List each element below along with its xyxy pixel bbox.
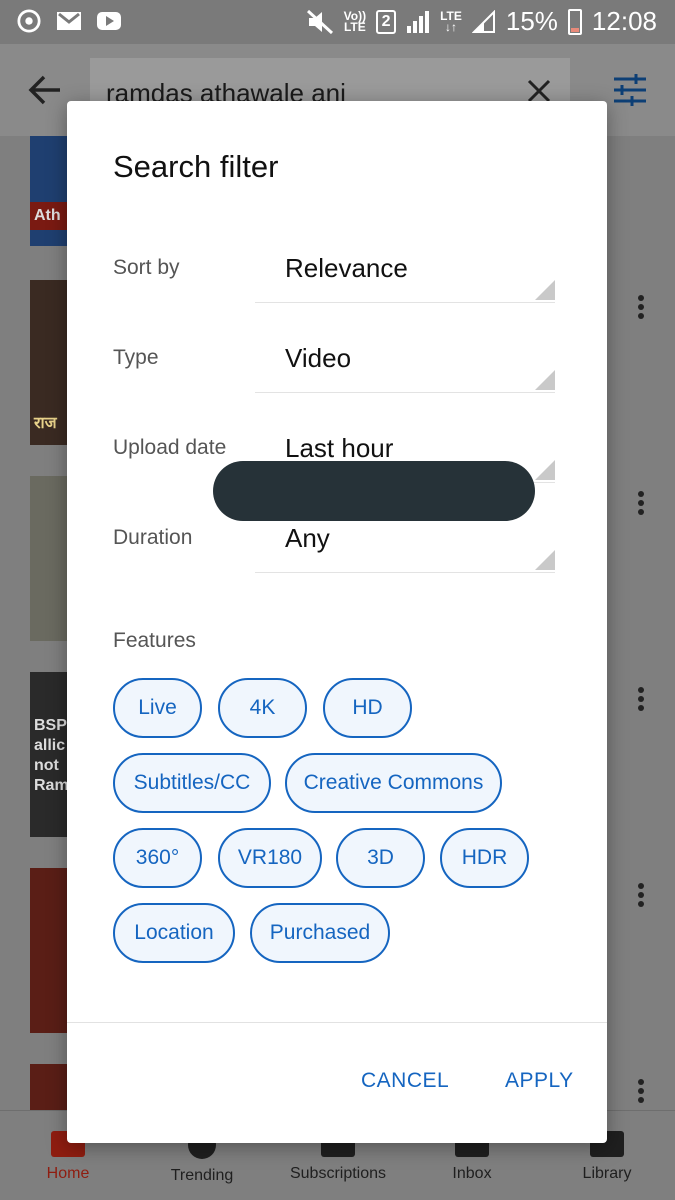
type-dropdown[interactable]: Video [255, 337, 555, 393]
chip-3d[interactable]: 3D [336, 828, 425, 888]
features-label: Features [113, 629, 196, 652]
more-options-icon[interactable] [638, 292, 646, 322]
youtube-icon [97, 12, 121, 30]
more-options-icon[interactable] [638, 880, 646, 910]
dialog-title: Search filter [113, 149, 279, 184]
battery-percent: 15% [505, 6, 558, 36]
redaction-mark [213, 461, 535, 521]
dropdown-arrow-icon [535, 550, 555, 570]
nav-label: Trending [170, 1167, 234, 1184]
volte-indicator: Vo)) LTE [343, 8, 367, 34]
chip-hdr[interactable]: HDR [440, 828, 529, 888]
nav-label: Library [582, 1165, 632, 1182]
signal-outline-icon [471, 9, 495, 33]
search-filter-dialog: Search filter Sort by Relevance Type Vid… [67, 101, 607, 1143]
lte-indicator: LTE ↓↑ [440, 8, 462, 34]
dropdown-arrow-icon [535, 370, 555, 390]
back-arrow-icon[interactable] [28, 74, 62, 106]
more-options-icon[interactable] [638, 488, 646, 518]
system-status: Vo)) LTE 2 LTE ↓↑ 15% 12:08 [306, 6, 657, 37]
nav-label: Home [46, 1165, 90, 1182]
chip-location[interactable]: Location [113, 903, 235, 963]
sim-slot-badge: 2 [376, 9, 397, 34]
more-options-icon[interactable] [638, 684, 646, 714]
sort-by-value: Relevance [285, 253, 408, 283]
notification-icons [16, 9, 122, 33]
upload-date-value: Last hour [285, 433, 394, 463]
chip-hd[interactable]: HD [323, 678, 412, 738]
sort-by-label: Sort by [113, 256, 180, 279]
duration-value: Any [285, 523, 330, 553]
duration-dropdown[interactable]: Any [255, 517, 555, 573]
mute-icon [306, 9, 333, 34]
type-value: Video [285, 343, 352, 373]
dropdown-arrow-icon [535, 460, 555, 480]
filter-settings-icon[interactable] [612, 72, 648, 108]
chip-purchased[interactable]: Purchased [250, 903, 390, 963]
signal-icon [407, 10, 430, 33]
dialog-divider [67, 1022, 607, 1023]
gmail-icon [57, 12, 81, 30]
nav-label: Inbox [452, 1165, 492, 1182]
nav-label: Subscriptions [289, 1165, 387, 1182]
upload-date-label: Upload date [113, 436, 227, 459]
more-options-icon[interactable] [638, 1076, 646, 1106]
sort-by-dropdown[interactable]: Relevance [255, 247, 555, 303]
chip-360[interactable]: 360° [113, 828, 202, 888]
chip-creative-commons[interactable]: Creative Commons [285, 753, 502, 813]
status-bar: Vo)) LTE 2 LTE ↓↑ 15% 12:08 [0, 0, 675, 44]
type-label: Type [113, 346, 159, 369]
apply-button[interactable]: APPLY [505, 1069, 574, 1093]
duration-label: Duration [113, 526, 193, 549]
clock: 12:08 [591, 6, 657, 36]
battery-icon [567, 8, 582, 35]
chip-subtitles-cc[interactable]: Subtitles/CC [113, 753, 271, 813]
cancel-button[interactable]: CANCEL [361, 1069, 449, 1093]
chip-4k[interactable]: 4K [218, 678, 307, 738]
chip-vr180[interactable]: VR180 [218, 828, 322, 888]
firefox-icon [17, 9, 41, 33]
chip-live[interactable]: Live [113, 678, 202, 738]
dropdown-arrow-icon [535, 280, 555, 300]
